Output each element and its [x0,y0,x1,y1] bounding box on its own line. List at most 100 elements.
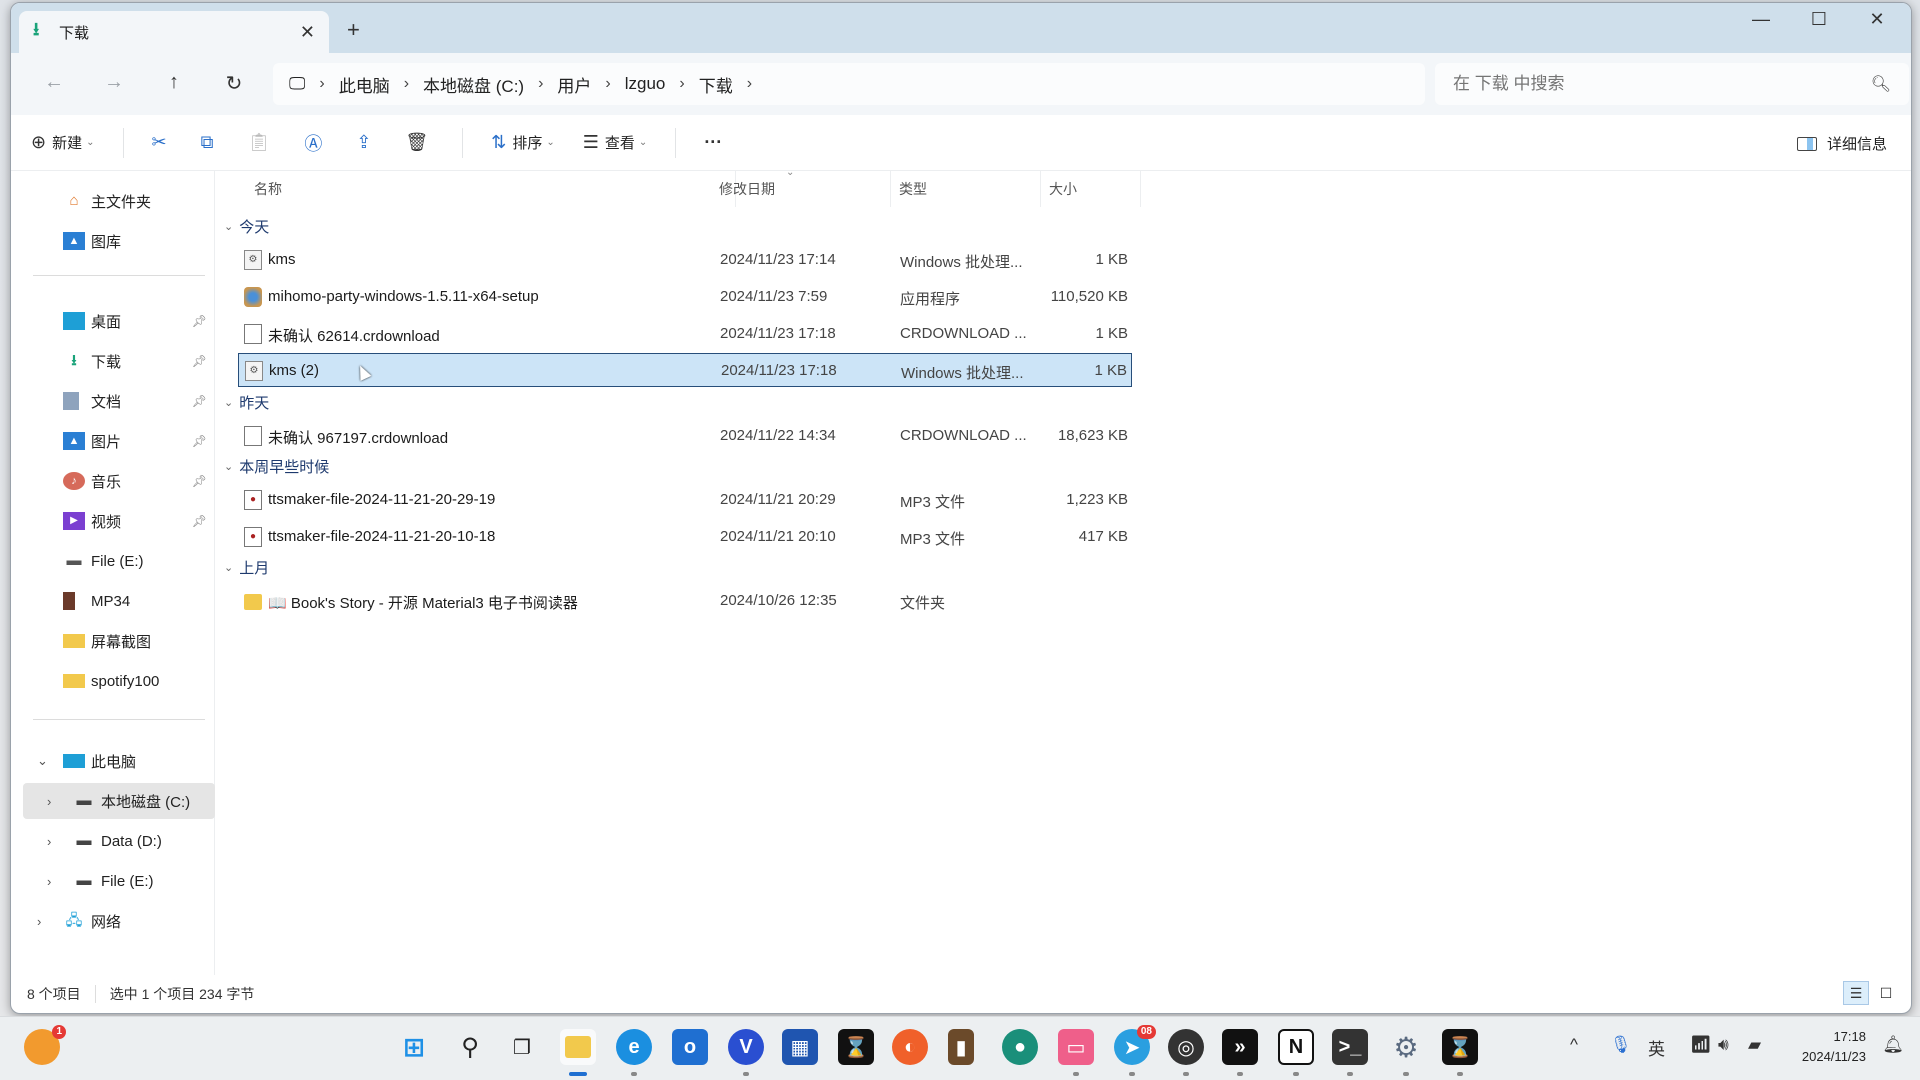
group-header[interactable]: ⌄ 上月 [224,552,269,582]
app-circle-icon[interactable]: ● [1002,1029,1038,1065]
chevron-right-icon[interactable]: › [37,914,41,929]
show-hidden-icons[interactable]: ^ [1570,1035,1578,1055]
search-icon[interactable]: ⚲ [452,1029,488,1065]
library-icon[interactable]: ▮ [948,1029,974,1065]
breadcrumb-item[interactable]: 此电脑 [339,72,390,97]
search-box[interactable]: 🔍︎ [1435,63,1909,105]
bilibili-icon[interactable]: ▭ [1058,1029,1094,1065]
sidebar-item-videos[interactable]: ▶ 视频 📌︎ [23,503,215,539]
obs-icon[interactable]: ◎ [1168,1029,1204,1065]
back-button[interactable]: ← [39,71,69,94]
notion-icon[interactable]: N [1278,1029,1314,1065]
chevron-right-icon[interactable]: › [747,75,752,93]
chevron-right-icon[interactable]: › [319,75,324,93]
weather-widget-icon[interactable]: 1 [24,1025,66,1065]
group-header[interactable]: ⌄ 今天 [224,211,269,241]
search-input[interactable] [1453,74,1871,94]
file-row[interactable]: ● ttsmaker-file-2024-11-21-20-10-18 2024… [238,520,1132,554]
search-icon[interactable]: 🔍︎ [1871,74,1891,94]
sidebar-item-spotify100[interactable]: spotify100 [23,663,215,699]
details-pane-button[interactable]: 详细信息 [1796,133,1887,154]
share-button[interactable]: ⇪ [356,132,377,153]
pin-icon[interactable]: 📌︎ [192,314,207,328]
chevron-right-icon[interactable]: › [605,75,610,93]
sidebar-item-screenshots[interactable]: 屏幕截图 [23,623,215,659]
group-header[interactable]: ⌄ 昨天 [224,387,269,417]
capcut2-icon[interactable]: ⌛ [1442,1029,1478,1065]
pin-icon[interactable]: 📌︎ [192,474,207,488]
sidebar-item-file-e-tree[interactable]: › ▬ File (E:) [23,863,215,899]
breadcrumb-item[interactable]: 下载 [699,72,733,97]
vpn-icon[interactable]: V [728,1029,764,1065]
file-row-selected[interactable]: ⚙ kms (2) 2024/11/23 17:18 Windows 批处理..… [238,353,1132,387]
pin-icon[interactable]: 📌︎ [192,434,207,448]
settings-icon[interactable]: ⚙ [1388,1029,1424,1065]
microphone-icon[interactable]: 🎙︎ [1610,1035,1632,1055]
pin-icon[interactable]: 📌︎ [192,514,207,528]
column-header-date[interactable]: 修改日期 [711,171,891,207]
pc-icon[interactable]: 🖵 [289,74,305,94]
column-header-size[interactable]: 大小 [1041,171,1141,207]
sidebar-item-file-e[interactable]: ▬ File (E:) [23,543,215,579]
terminal-arrow-icon[interactable]: » [1222,1029,1258,1065]
group-header[interactable]: ⌄ 本周早些时候 [224,451,329,481]
maximize-button[interactable]: ☐ [1799,9,1839,30]
copy-button[interactable]: ⧉ [201,132,220,153]
refresh-button[interactable]: ↻ [219,71,249,96]
chevron-right-icon[interactable]: › [538,75,543,93]
ime-indicator[interactable]: 英 [1648,1035,1665,1060]
tab-downloads[interactable]: ⭳ 下载 ✕ [19,11,329,53]
sidebar-item-gallery[interactable]: ▲ 图库 [23,223,215,259]
file-row[interactable]: 📖 Book's Story - 开源 Material3 电子书阅读器 202… [238,584,1132,618]
view-button[interactable]: ☰ 查看 ⌄ [583,132,648,153]
close-tab-icon[interactable]: ✕ [300,22,315,43]
file-explorer-icon[interactable] [560,1029,596,1065]
firefox-icon[interactable]: ◐ [892,1029,928,1065]
wifi-icon[interactable]: 📶︎ [1690,1035,1712,1055]
more-button[interactable]: ··· [704,132,728,153]
notification-bell-icon[interactable]: 🔔︎ [1882,1035,1904,1055]
sidebar-item-data-d[interactable]: › ▬ Data (D:) [23,823,215,859]
telegram-icon[interactable]: ➤ 08 [1114,1025,1156,1065]
tiles-view-icon[interactable]: ☐ [1873,981,1899,1005]
chevron-right-icon[interactable]: › [47,794,51,809]
battery-icon[interactable]: ▰ [1748,1035,1761,1055]
task-view-icon[interactable]: ❐ [504,1029,540,1065]
chevron-right-icon[interactable]: › [404,75,409,93]
close-window-button[interactable]: ✕ [1857,9,1897,30]
new-tab-button[interactable]: + [347,17,360,43]
sidebar-item-desktop[interactable]: 桌面 📌︎ [23,303,215,339]
edge-icon[interactable]: e [616,1029,652,1065]
terminal-icon[interactable]: >_ [1332,1029,1368,1065]
chevron-right-icon[interactable]: › [47,874,51,889]
up-button[interactable]: ↑ [159,71,189,94]
file-row[interactable]: 未确认 967197.crdownload 2024/11/22 14:34 C… [238,419,1132,453]
sidebar-item-pictures[interactable]: ▲ 图片 📌︎ [23,423,215,459]
sidebar-item-documents[interactable]: 文档 📌︎ [23,383,215,419]
paste-button[interactable]: 📋︎ [247,132,276,153]
forward-button[interactable]: → [99,71,129,94]
sidebar-item-music[interactable]: ♪ 音乐 📌︎ [23,463,215,499]
file-row[interactable]: ● ttsmaker-file-2024-11-21-20-29-19 2024… [238,483,1132,517]
pin-icon[interactable]: 📌︎ [192,354,207,368]
chevron-right-icon[interactable]: › [47,834,51,849]
sort-button[interactable]: ⇅ 排序 ⌄ [491,132,555,153]
new-button[interactable]: ⊕ 新建 ⌄ [31,132,95,153]
sidebar-item-this-pc[interactable]: ⌄ 此电脑 [23,743,215,779]
rename-button[interactable]: Ⓐ [304,130,328,156]
pin-icon[interactable]: 📌︎ [192,394,207,408]
column-header-name[interactable]: 名称 [246,171,736,207]
file-row[interactable]: 未确认 62614.crdownload 2024/11/23 17:18 CR… [238,317,1132,351]
details-view-icon[interactable]: ☰ [1843,981,1869,1005]
column-header-type[interactable]: 类型 [891,171,1041,207]
clock[interactable]: 17:18 2024/11/23 [1802,1027,1866,1067]
sidebar-item-network[interactable]: › 🖧 网络 [23,903,215,939]
delete-button[interactable]: 🗑︎ [405,132,434,153]
volume-icon[interactable]: 🔊︎ [1718,1035,1729,1055]
sidebar-item-home[interactable]: ⌂ 主文件夹 [23,183,215,219]
chevron-down-icon[interactable]: ⌄ [37,753,48,769]
minimize-button[interactable]: — [1741,9,1781,30]
file-row[interactable]: ⚙ kms 2024/11/23 17:14 Windows 批处理... 1 … [238,243,1132,277]
sidebar-item-mp34[interactable]: MP34 [23,583,215,619]
breadcrumb[interactable]: 🖵 › 此电脑 › 本地磁盘 (C:) › 用户 › lzguo › 下载 › [273,63,1425,105]
